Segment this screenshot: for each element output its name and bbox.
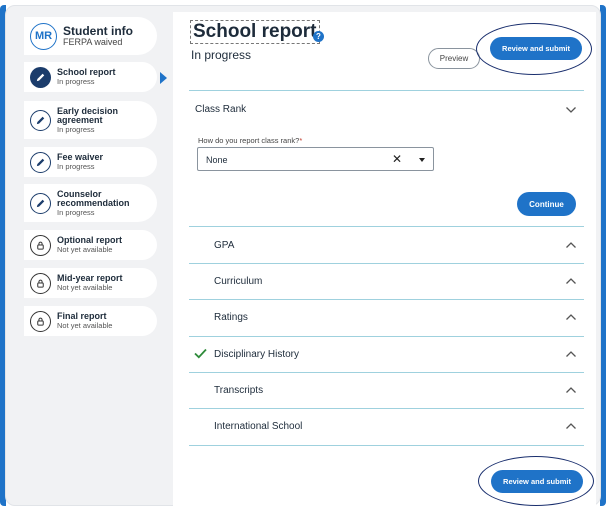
sidebar-item-status: FERPA waived	[63, 36, 123, 47]
chevron-down-icon[interactable]	[565, 106, 577, 114]
section-title-disciplinary-history[interactable]: Disciplinary History	[214, 349, 299, 360]
chevron-up-icon[interactable]	[565, 386, 577, 394]
pencil-icon	[30, 192, 51, 214]
sidebar-item-fee-waiver[interactable]: Fee waiver In progress	[24, 147, 157, 177]
section-title-class-rank: Class Rank	[195, 104, 247, 115]
lock-icon	[30, 310, 51, 332]
section-title-gpa[interactable]: GPA	[214, 240, 234, 251]
divider	[189, 445, 584, 446]
main-panel: School report ? In progress Preview Revi…	[173, 12, 596, 506]
class-rank-select-value: None	[206, 155, 228, 165]
sidebar-item-status: In progress	[57, 207, 95, 217]
lock-icon	[30, 272, 51, 294]
chevron-up-icon[interactable]	[565, 277, 577, 285]
sidebar-item-status: In progress	[57, 76, 95, 86]
avatar: MR	[30, 22, 57, 50]
divider	[189, 263, 584, 264]
section-title-international-school[interactable]: International School	[214, 421, 302, 432]
review-submit-button-bottom[interactable]: Review and submit	[491, 470, 583, 493]
sidebar-item-counselor-recommendation[interactable]: Counselor recommendation In progress	[24, 184, 157, 222]
section-title-ratings[interactable]: Ratings	[214, 312, 248, 323]
divider	[189, 299, 584, 300]
help-icon[interactable]: ?	[313, 31, 324, 42]
class-rank-select[interactable]: None ✕	[197, 147, 434, 171]
sidebar-item-early-decision[interactable]: Early decision agreement In progress	[24, 101, 157, 139]
pencil-icon	[30, 109, 51, 131]
caret-down-icon[interactable]	[419, 158, 425, 162]
divider	[189, 372, 584, 373]
sidebar-item-optional-report[interactable]: Optional report Not yet available	[24, 230, 157, 260]
sidebar-item-mid-year-report[interactable]: Mid-year report Not yet available	[24, 268, 157, 298]
chevron-up-icon[interactable]	[565, 422, 577, 430]
chevron-up-icon[interactable]	[565, 313, 577, 321]
continue-button[interactable]: Continue	[517, 192, 576, 216]
sidebar-item-student-info[interactable]: MR Student info FERPA waived	[24, 17, 157, 55]
page-title: School report	[190, 20, 320, 44]
pencil-icon	[30, 66, 51, 88]
active-item-arrow-icon	[160, 72, 167, 84]
divider	[189, 408, 584, 409]
lock-icon	[30, 234, 51, 256]
class-rank-question: How do you report class rank?*	[198, 136, 303, 145]
sidebar-item-status: Not yet available	[57, 282, 113, 292]
section-title-curriculum[interactable]: Curriculum	[214, 276, 262, 287]
sidebar-item-status: In progress	[57, 161, 95, 171]
chevron-up-icon[interactable]	[565, 241, 577, 249]
divider	[189, 336, 584, 337]
checkmark-icon	[194, 348, 207, 359]
sidebar-item-final-report[interactable]: Final report Not yet available	[24, 306, 157, 336]
review-submit-button-top[interactable]: Review and submit	[490, 37, 582, 60]
preview-button[interactable]: Preview	[428, 48, 480, 69]
chevron-up-icon[interactable]	[565, 350, 577, 358]
pencil-icon	[30, 151, 51, 173]
divider	[189, 226, 584, 227]
section-title-transcripts[interactable]: Transcripts	[214, 385, 263, 396]
page-status: In progress	[191, 48, 252, 62]
sidebar-item-status: In progress	[57, 124, 95, 134]
divider	[189, 90, 584, 91]
clear-icon[interactable]: ✕	[392, 152, 402, 166]
sidebar-item-school-report[interactable]: School report In progress	[24, 62, 157, 92]
sidebar-item-label: Student info	[63, 23, 133, 38]
sidebar-item-status: Not yet available	[57, 320, 113, 330]
sidebar-item-status: Not yet available	[57, 244, 113, 254]
